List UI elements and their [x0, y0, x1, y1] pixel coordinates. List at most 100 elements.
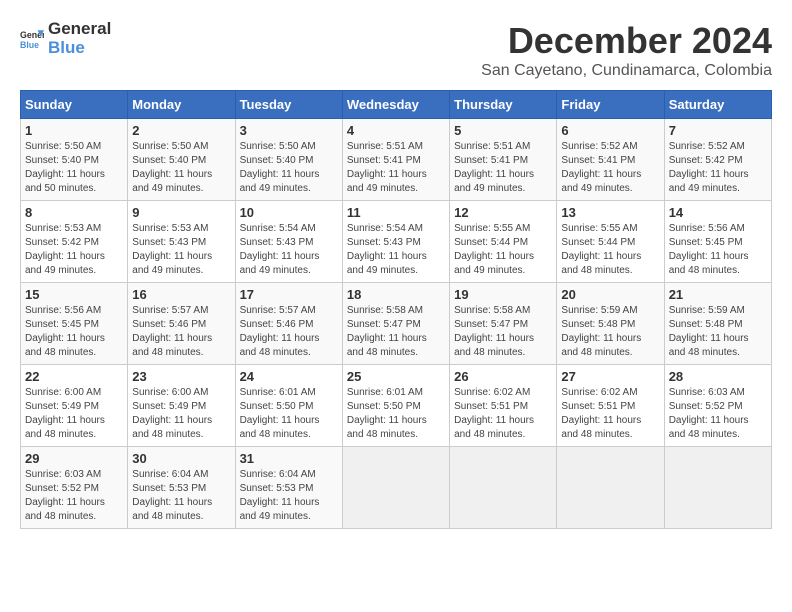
col-saturday: Saturday: [664, 91, 771, 119]
table-row: 27 Sunrise: 6:02 AM Sunset: 5:51 PM Dayl…: [557, 365, 664, 447]
day-content: Sunrise: 5:58 AM Sunset: 5:47 PM Dayligh…: [347, 304, 445, 360]
table-row: 13 Sunrise: 5:55 AM Sunset: 5:44 PM Dayl…: [557, 201, 664, 283]
day-content: Sunrise: 5:58 AM Sunset: 5:47 PM Dayligh…: [454, 304, 552, 360]
day-number: 21: [669, 287, 767, 302]
day-content: Sunrise: 6:01 AM Sunset: 5:50 PM Dayligh…: [347, 386, 445, 442]
day-content: Sunrise: 6:01 AM Sunset: 5:50 PM Dayligh…: [240, 386, 338, 442]
table-row: 14 Sunrise: 5:56 AM Sunset: 5:45 PM Dayl…: [664, 201, 771, 283]
day-number: 2: [132, 123, 230, 138]
calendar-week-1: 1 Sunrise: 5:50 AM Sunset: 5:40 PM Dayli…: [21, 119, 772, 201]
table-row: 30 Sunrise: 6:04 AM Sunset: 5:53 PM Dayl…: [128, 447, 235, 529]
day-content: Sunrise: 5:56 AM Sunset: 5:45 PM Dayligh…: [669, 222, 767, 278]
day-number: 26: [454, 369, 552, 384]
calendar-subtitle: San Cayetano, Cundinamarca, Colombia: [481, 62, 772, 80]
day-content: Sunrise: 5:59 AM Sunset: 5:48 PM Dayligh…: [561, 304, 659, 360]
day-number: 29: [25, 451, 123, 466]
day-number: 22: [25, 369, 123, 384]
table-row: 12 Sunrise: 5:55 AM Sunset: 5:44 PM Dayl…: [450, 201, 557, 283]
calendar-title: December 2024: [481, 20, 772, 62]
day-content: Sunrise: 6:03 AM Sunset: 5:52 PM Dayligh…: [669, 386, 767, 442]
svg-text:Blue: Blue: [20, 39, 39, 49]
table-row: 4 Sunrise: 5:51 AM Sunset: 5:41 PM Dayli…: [342, 119, 449, 201]
day-content: Sunrise: 5:53 AM Sunset: 5:43 PM Dayligh…: [132, 222, 230, 278]
col-monday: Monday: [128, 91, 235, 119]
day-content: Sunrise: 5:55 AM Sunset: 5:44 PM Dayligh…: [561, 222, 659, 278]
table-row: 18 Sunrise: 5:58 AM Sunset: 5:47 PM Dayl…: [342, 283, 449, 365]
day-content: Sunrise: 6:03 AM Sunset: 5:52 PM Dayligh…: [25, 468, 123, 524]
day-number: 10: [240, 205, 338, 220]
table-row: 17 Sunrise: 5:57 AM Sunset: 5:46 PM Dayl…: [235, 283, 342, 365]
table-row: 20 Sunrise: 5:59 AM Sunset: 5:48 PM Dayl…: [557, 283, 664, 365]
day-number: 15: [25, 287, 123, 302]
day-number: 25: [347, 369, 445, 384]
day-content: Sunrise: 5:54 AM Sunset: 5:43 PM Dayligh…: [347, 222, 445, 278]
table-row: 7 Sunrise: 5:52 AM Sunset: 5:42 PM Dayli…: [664, 119, 771, 201]
calendar-week-2: 8 Sunrise: 5:53 AM Sunset: 5:42 PM Dayli…: [21, 201, 772, 283]
day-number: 17: [240, 287, 338, 302]
table-row: 16 Sunrise: 5:57 AM Sunset: 5:46 PM Dayl…: [128, 283, 235, 365]
day-content: Sunrise: 5:53 AM Sunset: 5:42 PM Dayligh…: [25, 222, 123, 278]
day-number: 20: [561, 287, 659, 302]
table-row: 22 Sunrise: 6:00 AM Sunset: 5:49 PM Dayl…: [21, 365, 128, 447]
table-row: 28 Sunrise: 6:03 AM Sunset: 5:52 PM Dayl…: [664, 365, 771, 447]
table-row: 24 Sunrise: 6:01 AM Sunset: 5:50 PM Dayl…: [235, 365, 342, 447]
day-number: 1: [25, 123, 123, 138]
day-number: 4: [347, 123, 445, 138]
day-content: Sunrise: 6:00 AM Sunset: 5:49 PM Dayligh…: [25, 386, 123, 442]
day-content: Sunrise: 6:04 AM Sunset: 5:53 PM Dayligh…: [240, 468, 338, 524]
logo-icon: General Blue: [20, 27, 44, 51]
day-number: 28: [669, 369, 767, 384]
table-row: 31 Sunrise: 6:04 AM Sunset: 5:53 PM Dayl…: [235, 447, 342, 529]
table-row: 8 Sunrise: 5:53 AM Sunset: 5:42 PM Dayli…: [21, 201, 128, 283]
day-content: Sunrise: 5:56 AM Sunset: 5:45 PM Dayligh…: [25, 304, 123, 360]
title-section: December 2024 San Cayetano, Cundinamarca…: [481, 20, 772, 80]
day-number: 24: [240, 369, 338, 384]
table-row: 21 Sunrise: 5:59 AM Sunset: 5:48 PM Dayl…: [664, 283, 771, 365]
table-row: 15 Sunrise: 5:56 AM Sunset: 5:45 PM Dayl…: [21, 283, 128, 365]
day-number: 23: [132, 369, 230, 384]
day-number: 5: [454, 123, 552, 138]
table-row: 2 Sunrise: 5:50 AM Sunset: 5:40 PM Dayli…: [128, 119, 235, 201]
day-content: Sunrise: 6:04 AM Sunset: 5:53 PM Dayligh…: [132, 468, 230, 524]
day-number: 13: [561, 205, 659, 220]
logo: General Blue General Blue: [20, 20, 111, 57]
day-number: 11: [347, 205, 445, 220]
day-number: 7: [669, 123, 767, 138]
col-tuesday: Tuesday: [235, 91, 342, 119]
day-content: Sunrise: 5:59 AM Sunset: 5:48 PM Dayligh…: [669, 304, 767, 360]
logo-general: General: [48, 20, 111, 39]
day-content: Sunrise: 5:57 AM Sunset: 5:46 PM Dayligh…: [132, 304, 230, 360]
day-content: Sunrise: 5:51 AM Sunset: 5:41 PM Dayligh…: [454, 140, 552, 196]
table-row: 26 Sunrise: 6:02 AM Sunset: 5:51 PM Dayl…: [450, 365, 557, 447]
day-content: Sunrise: 5:52 AM Sunset: 5:41 PM Dayligh…: [561, 140, 659, 196]
day-number: 18: [347, 287, 445, 302]
table-row: 23 Sunrise: 6:00 AM Sunset: 5:49 PM Dayl…: [128, 365, 235, 447]
table-row: 5 Sunrise: 5:51 AM Sunset: 5:41 PM Dayli…: [450, 119, 557, 201]
day-content: Sunrise: 6:00 AM Sunset: 5:49 PM Dayligh…: [132, 386, 230, 442]
day-content: Sunrise: 5:57 AM Sunset: 5:46 PM Dayligh…: [240, 304, 338, 360]
table-row: [342, 447, 449, 529]
day-number: 8: [25, 205, 123, 220]
day-number: 3: [240, 123, 338, 138]
day-number: 30: [132, 451, 230, 466]
col-thursday: Thursday: [450, 91, 557, 119]
day-number: 27: [561, 369, 659, 384]
table-row: 11 Sunrise: 5:54 AM Sunset: 5:43 PM Dayl…: [342, 201, 449, 283]
header-row: Sunday Monday Tuesday Wednesday Thursday…: [21, 91, 772, 119]
table-row: 1 Sunrise: 5:50 AM Sunset: 5:40 PM Dayli…: [21, 119, 128, 201]
day-content: Sunrise: 5:50 AM Sunset: 5:40 PM Dayligh…: [132, 140, 230, 196]
table-row: 29 Sunrise: 6:03 AM Sunset: 5:52 PM Dayl…: [21, 447, 128, 529]
day-number: 6: [561, 123, 659, 138]
logo-blue: Blue: [48, 39, 111, 58]
day-content: Sunrise: 5:51 AM Sunset: 5:41 PM Dayligh…: [347, 140, 445, 196]
day-content: Sunrise: 6:02 AM Sunset: 5:51 PM Dayligh…: [561, 386, 659, 442]
day-content: Sunrise: 5:50 AM Sunset: 5:40 PM Dayligh…: [25, 140, 123, 196]
table-row: [664, 447, 771, 529]
day-content: Sunrise: 5:55 AM Sunset: 5:44 PM Dayligh…: [454, 222, 552, 278]
calendar-week-5: 29 Sunrise: 6:03 AM Sunset: 5:52 PM Dayl…: [21, 447, 772, 529]
day-number: 14: [669, 205, 767, 220]
col-friday: Friday: [557, 91, 664, 119]
day-content: Sunrise: 6:02 AM Sunset: 5:51 PM Dayligh…: [454, 386, 552, 442]
table-row: 25 Sunrise: 6:01 AM Sunset: 5:50 PM Dayl…: [342, 365, 449, 447]
day-number: 12: [454, 205, 552, 220]
